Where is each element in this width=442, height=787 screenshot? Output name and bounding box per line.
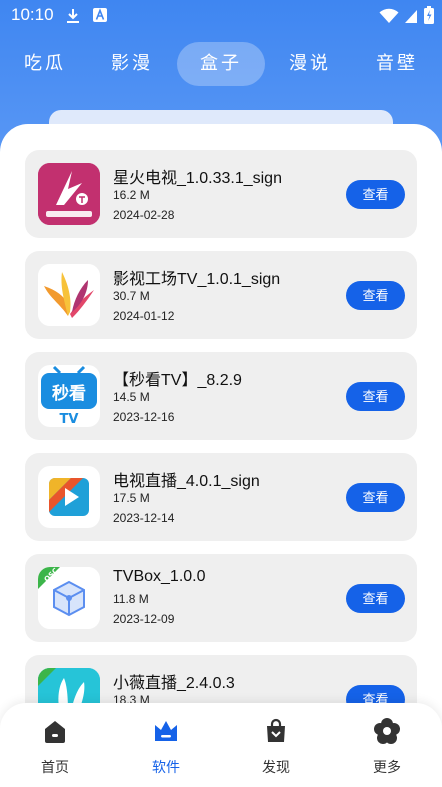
- app-size: 11.8 M: [113, 592, 149, 606]
- view-button[interactable]: 查看: [346, 382, 405, 411]
- nav-item-software[interactable]: 软件: [136, 717, 196, 779]
- tvbox-cube-icon: OSC: [38, 567, 100, 629]
- app-date: 2023-12-16: [113, 410, 175, 424]
- app-name: 影视工场TV_1.0.1_sign: [113, 271, 281, 288]
- list-item[interactable]: 秒看 TV 【秒看TV】_8.2.9 14.5 M 2023-12-16 查看: [25, 352, 417, 440]
- app-date: 2023-12-14: [113, 511, 175, 525]
- app-name: TVBox_1.0.0: [113, 568, 206, 585]
- app-name: 星火电视_1.0.33.1_sign: [113, 170, 282, 187]
- play-icon: [38, 466, 100, 528]
- phoenix-icon: [38, 264, 100, 326]
- view-button[interactable]: 查看: [346, 483, 405, 512]
- crown-icon: [155, 721, 177, 741]
- miaokan-tv-icon: 秒看 TV: [38, 365, 100, 427]
- app-name: 【秒看TV】_8.2.9: [113, 372, 242, 389]
- nav-label: 软件: [152, 760, 180, 776]
- shopping-bag-icon: [267, 718, 285, 742]
- app-size: 30.7 M: [113, 289, 150, 303]
- home-icon: [45, 721, 65, 743]
- app-list: 星火电视_1.0.33.1_sign 16.2 M 2024-02-28 查看 …: [0, 0, 442, 787]
- app-date: 2024-02-28: [113, 208, 175, 222]
- list-item[interactable]: 影视工场TV_1.0.1_sign 30.7 M 2024-01-12 查看: [25, 251, 417, 339]
- miaokan-logo-sub: TV: [60, 412, 79, 427]
- app-date: 2023-12-09: [113, 612, 175, 626]
- list-item[interactable]: OSC TVBox_1.0.0 11.8 M 2023-12-09 查看: [25, 554, 417, 642]
- app-size: 14.5 M: [113, 390, 150, 404]
- flower-icon: [374, 718, 400, 744]
- list-item[interactable]: 电视直播_4.0.1_sign 17.5 M 2023-12-14 查看: [25, 453, 417, 541]
- miaokan-logo-text: 秒看: [52, 383, 86, 404]
- nav-item-more[interactable]: 更多: [357, 717, 417, 779]
- nav-item-home[interactable]: 首页: [25, 717, 85, 779]
- view-button[interactable]: 查看: [346, 180, 405, 209]
- starfire-tv-icon: [38, 163, 100, 225]
- list-item[interactable]: 星火电视_1.0.33.1_sign 16.2 M 2024-02-28 查看: [25, 150, 417, 238]
- nav-item-discover[interactable]: 发现: [246, 717, 306, 779]
- view-button[interactable]: 查看: [346, 584, 405, 613]
- app-date: 2024-01-12: [113, 309, 175, 323]
- nav-label: 发现: [262, 760, 290, 776]
- app-size: 16.2 M: [113, 188, 150, 202]
- view-button[interactable]: 查看: [346, 281, 405, 310]
- bottom-nav: 首页 软件 发现 更多: [0, 703, 442, 787]
- app-name: 电视直播_4.0.1_sign: [113, 473, 260, 490]
- nav-label: 更多: [373, 760, 401, 776]
- nav-label: 首页: [41, 760, 69, 776]
- app-size: 17.5 M: [113, 491, 150, 505]
- app-name: 小薇直播_2.4.0.3: [113, 675, 235, 692]
